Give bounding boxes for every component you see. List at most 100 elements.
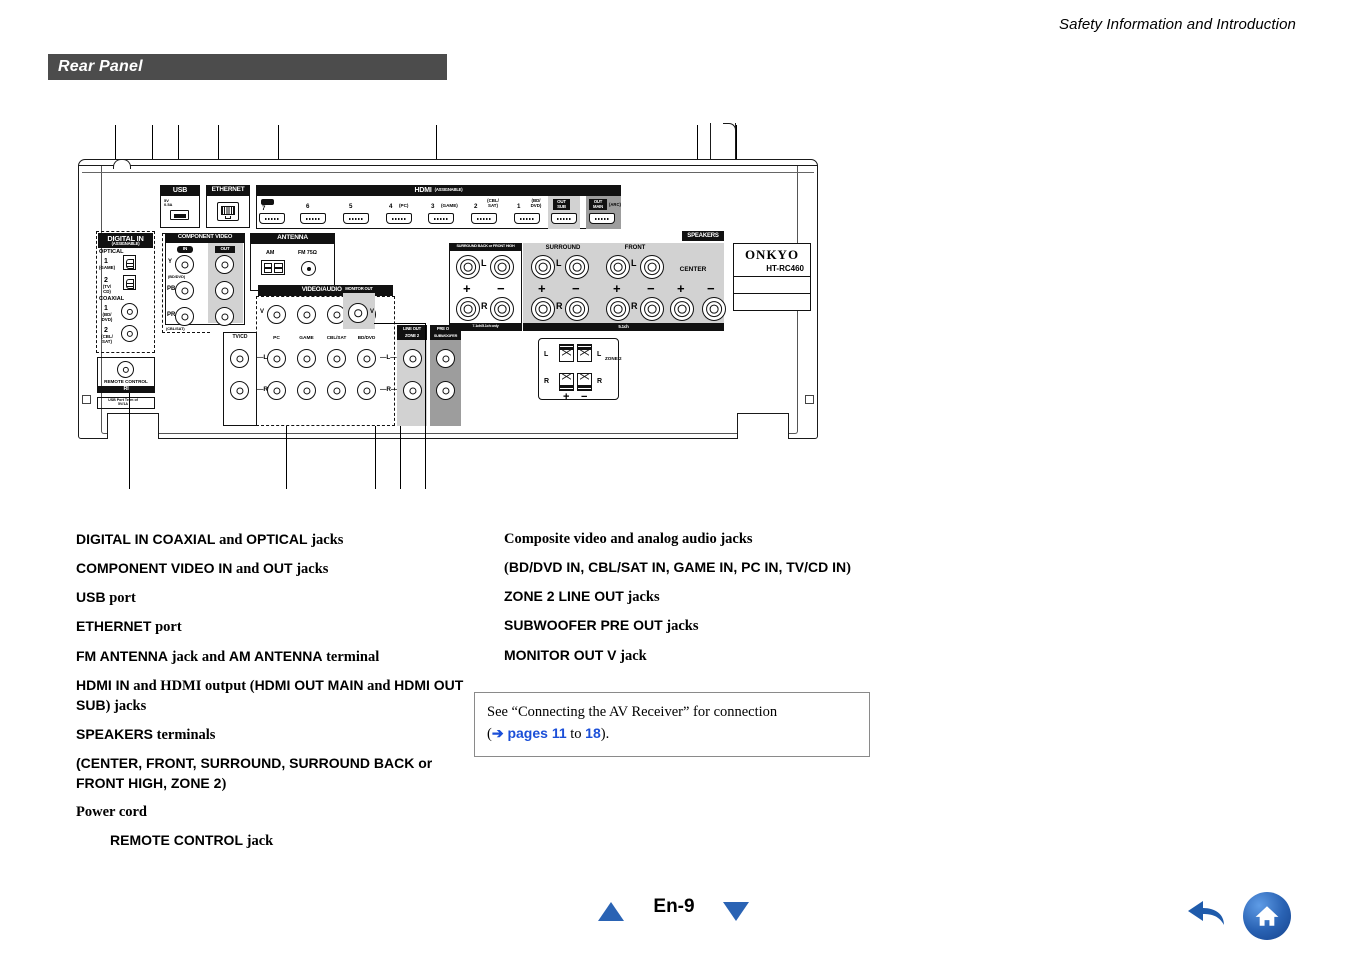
zone2-clip-l-plus	[559, 349, 574, 362]
note-close-paren: ).	[600, 726, 610, 743]
hdmi-1-number: 1	[517, 203, 521, 210]
zone2-r-right-marker: R	[597, 378, 603, 385]
component-out-y-jack	[215, 255, 234, 274]
hdmi-assignable-label: (ASSIGNABLE)	[434, 187, 463, 193]
callout-speakers-kw: SPEAKERS	[76, 725, 154, 742]
zone2-line-out-l-jack	[403, 349, 422, 368]
coax-1-source: (BD/ DVD)	[101, 312, 113, 322]
zone2-speaker-label: ZONE 2	[605, 356, 622, 361]
next-page-arrow[interactable]	[723, 902, 749, 921]
callout-remote-kw: REMOTE CONTROL	[110, 832, 243, 849]
onkyo-badge: ONKYO HT-RC460	[733, 243, 811, 311]
callout-hdmi-kw2: HDMI OUT MAIN	[254, 676, 364, 693]
usb-port	[170, 210, 189, 220]
callout-antenna: FM ANTENNA jack and AM ANTENNA terminal	[76, 647, 476, 667]
antenna-label: ANTENNA	[250, 233, 335, 244]
audio-in-bddvd-r-jack	[357, 381, 376, 400]
va-pc-label: PC	[273, 336, 280, 341]
callout-component-video: COMPONENT VIDEO IN and OUT jacks	[76, 559, 476, 579]
digital-in-label: DIGITAL IN (ASSIGNABLE)	[98, 233, 153, 248]
home-icon[interactable]	[1243, 892, 1291, 940]
hdmi-port-2	[471, 213, 497, 224]
hdmi-port-out-sub	[551, 213, 577, 224]
sb-l-minus-post	[490, 255, 514, 279]
sb-l-marker: L	[481, 258, 487, 268]
center-plus-post	[670, 297, 694, 321]
front-l-minus-post	[640, 255, 664, 279]
callout-hdmi-mid1: and HDMI output (	[129, 677, 255, 694]
rear-panel-diagram: DIGITAL IN (ASSIGNABLE) OPTICAL 1 (GAME)…	[60, 123, 850, 495]
audio-in-tvcd-l-jack	[230, 349, 249, 368]
fm-label: FM 75Ω	[298, 250, 317, 256]
zone2-l-right-marker: L	[597, 351, 602, 358]
callout-composite: Composite video and analog audio jacks	[504, 530, 884, 549]
callout-digital-in: DIGITAL IN COAXIAL and OPTICAL jacks	[76, 530, 476, 550]
callout-digital-in-kw1: DIGITAL IN COAXIAL	[76, 531, 216, 547]
callout-ethernet-kw: ETHERNET	[76, 618, 152, 635]
section-title-bar: Rear Panel	[48, 54, 447, 80]
badge-row-1	[734, 276, 810, 293]
audio-in-cblsat-l-jack	[327, 349, 346, 368]
hdmi-port-7	[259, 213, 285, 224]
corner-bracket-right	[805, 395, 814, 404]
chassis-foot-right	[737, 413, 789, 439]
digital-in-assignable-text: (ASSIGNABLE)	[111, 241, 140, 247]
hdmi-2-source: (CBL/ SAT)	[487, 198, 499, 208]
video-in-pc-jack	[267, 305, 286, 324]
monitor-out-v-marker: V	[370, 309, 375, 315]
callout-usb-kw: USB	[76, 589, 106, 606]
audio-in-bddvd-l-jack	[357, 349, 376, 368]
page-title: Rear Panel	[58, 58, 143, 75]
audio-in-game-r-jack	[297, 381, 316, 400]
surround-plus-sign: +	[538, 281, 546, 296]
component-out-label: OUT	[215, 246, 235, 253]
callout-hdmi-kw1: HDMI IN	[76, 676, 130, 693]
hdmi-port-out-main	[589, 213, 615, 224]
hdmi-arc-label: (ARC)	[609, 202, 621, 207]
monitor-out-v-jack	[348, 303, 368, 323]
callout-hdmi-mid2: and	[363, 677, 395, 694]
running-header: Safety Information and Introduction	[1059, 16, 1296, 33]
callout-composite-text: Composite video and analog audio jacks	[504, 531, 753, 547]
callout-antenna-mid: jack and	[168, 648, 229, 665]
hdmi-port-3	[428, 213, 454, 224]
front-plus-sign: +	[613, 281, 621, 296]
coaxial-jack-1	[121, 303, 138, 320]
pre-out-zone	[430, 325, 461, 426]
hdmi-6-number: 6	[306, 203, 310, 210]
callout-antenna-kw1: FM ANTENNA	[76, 647, 169, 664]
hdmi-2-number: 2	[474, 203, 478, 210]
hdmi-bar: HDMI (ASSIGNABLE)	[256, 185, 621, 196]
callout-power-cord-text: Power cord	[76, 804, 147, 821]
hdmi-3-source: (GAME)	[441, 203, 458, 208]
zone2-l-left-marker: L	[544, 351, 549, 358]
surround-l-marker: L	[556, 258, 562, 268]
optical-label: OPTICAL	[99, 249, 124, 255]
leader-line-remote-control	[129, 393, 130, 489]
callout-subwoofer-tail: jacks	[662, 618, 699, 635]
front-l-plus-post	[606, 255, 630, 279]
front-r-minus-post	[640, 297, 664, 321]
callout-hdmi-tail: ) jacks	[105, 697, 147, 714]
callout-speakers-detail-tail: )	[221, 776, 227, 793]
page-link-11[interactable]: ➔ pages 11	[492, 725, 567, 741]
sb-plus-sign: +	[463, 281, 471, 296]
front-l-marker: L	[631, 258, 637, 268]
callout-digital-in-tail: jacks	[307, 532, 344, 548]
zone2-lineout-label: ZONE 2	[397, 333, 427, 340]
usb-label: USB	[160, 185, 200, 196]
back-arrow-icon[interactable]	[1185, 895, 1229, 935]
hdmi-label: HDMI	[414, 187, 432, 194]
va-bddvd-label: BD/DVD	[357, 335, 376, 340]
audio-in-cblsat-r-jack	[327, 381, 346, 400]
callout-speakers-detail: (CENTER, FRONT, SURROUND, SURROUND BACK …	[76, 754, 476, 794]
surround-l-plus-post	[531, 255, 555, 279]
am-antenna-terminal	[261, 260, 285, 275]
callout-component-kw1: COMPONENT VIDEO IN	[76, 560, 233, 577]
chassis-notch	[113, 159, 131, 169]
zone2-r-left-marker: R	[544, 378, 550, 385]
callout-subwoofer-preout: SUBWOOFER PRE OUT jacks	[504, 616, 884, 636]
page-link-18[interactable]: 18	[585, 725, 601, 741]
callout-column-right: Composite video and analog audio jacks (…	[504, 530, 884, 675]
hdmi-1-source: (BD/ DVD)	[530, 198, 542, 208]
